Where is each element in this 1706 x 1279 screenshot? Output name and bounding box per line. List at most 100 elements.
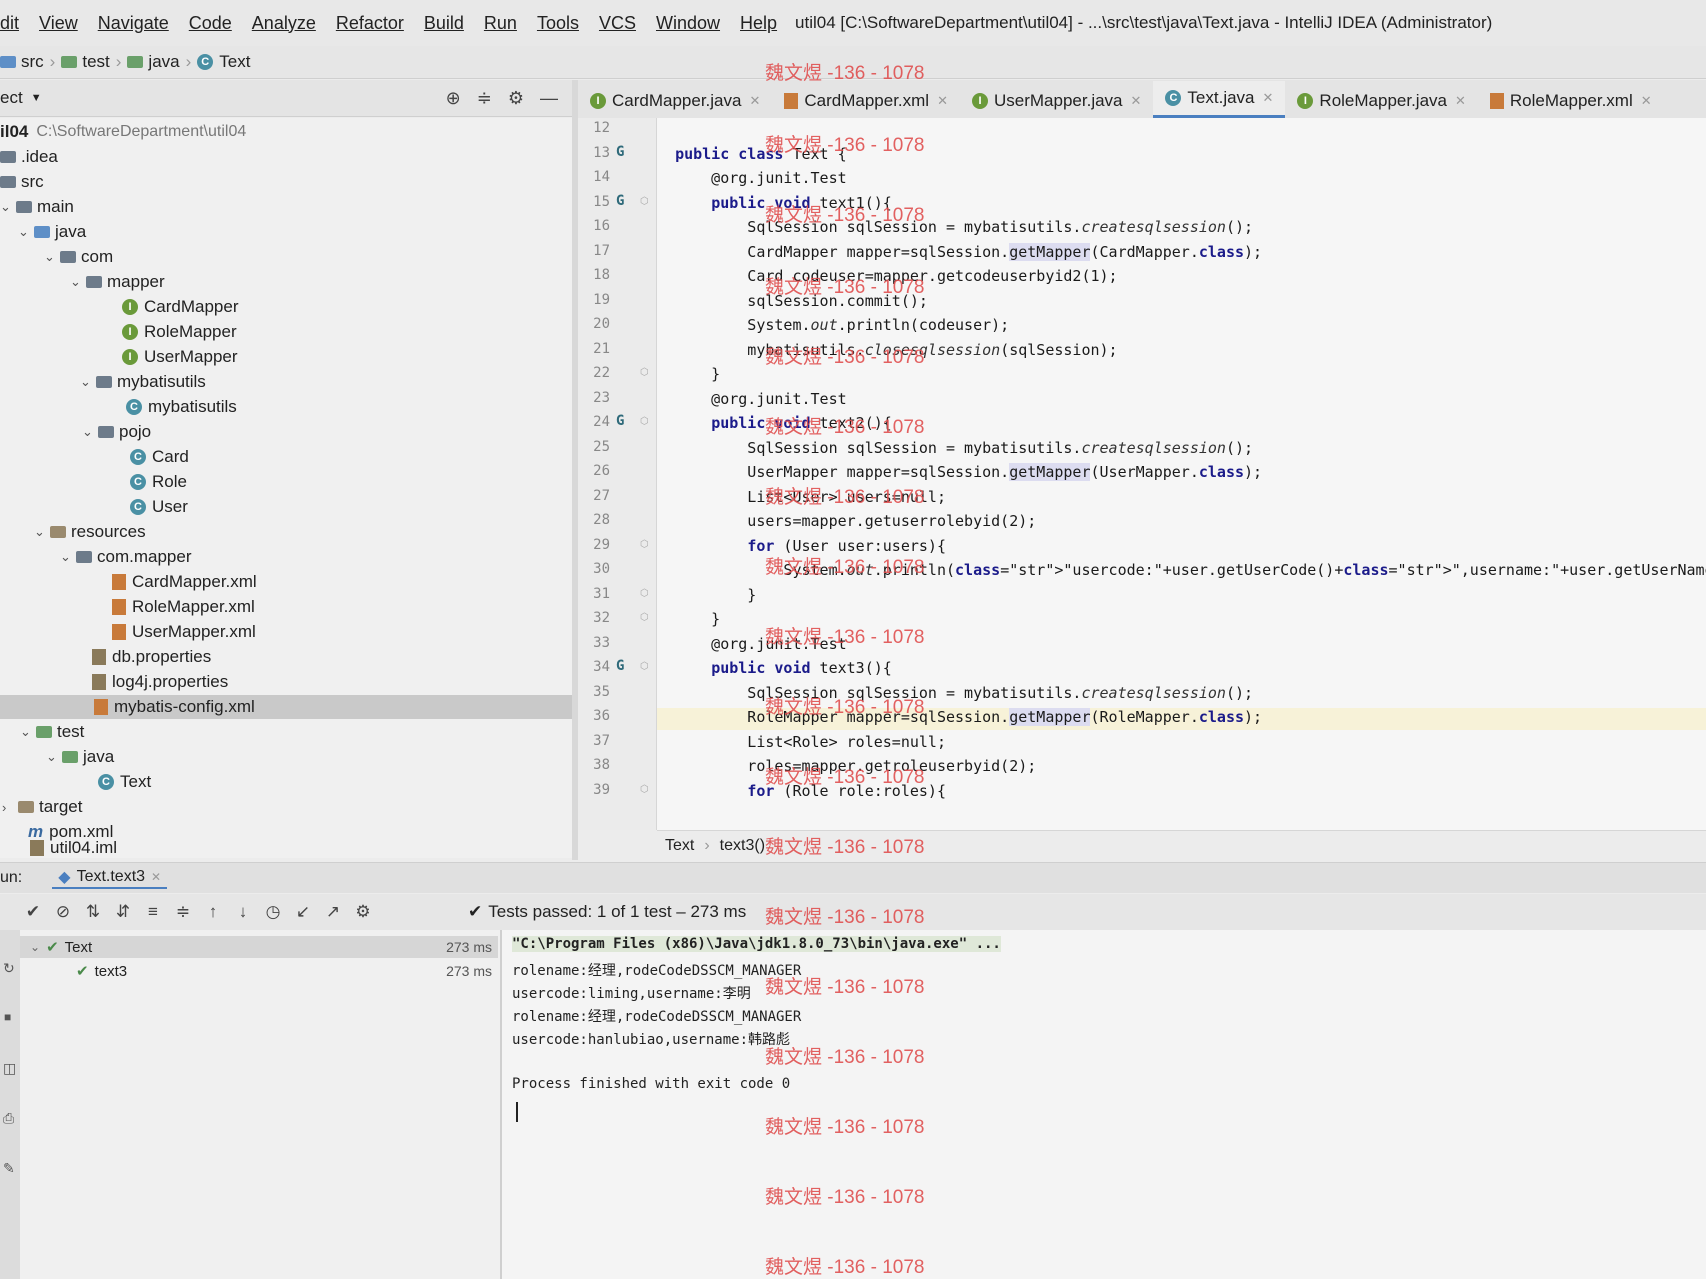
close-icon[interactable]: ✕ [749, 93, 760, 109]
stop-icon[interactable]: ■ [4, 1010, 11, 1024]
menu-refactor[interactable]: Refactor [326, 13, 414, 34]
rerun-icon[interactable]: ↻ [3, 960, 15, 977]
chevron-down-icon[interactable]: ▼ [31, 92, 42, 104]
menu-vcs[interactable]: VCS [589, 13, 646, 34]
close-icon[interactable]: ✕ [151, 870, 161, 884]
fold-icon[interactable]: ⬡ [640, 661, 649, 672]
tree-root[interactable]: il04 C:\SoftwareDepartment\util04 [0, 120, 246, 144]
fold-icon[interactable]: ⬡ [640, 784, 649, 795]
tree-item-mybatisutils-class[interactable]: Cmybatisutils [126, 395, 237, 419]
console-output[interactable]: "C:\Program Files (x86)\Java\jdk1.8.0_73… [502, 930, 1706, 1279]
line-number: 17 [593, 242, 610, 259]
close-icon[interactable]: ✕ [1263, 90, 1274, 106]
tree-item-com-mapper[interactable]: ⌄ com.mapper [60, 545, 191, 569]
history-icon[interactable]: ◷ [258, 902, 288, 922]
next-icon[interactable]: ↓ [228, 902, 258, 922]
tree-item-mapper[interactable]: ⌄ mapper [70, 270, 165, 294]
tree-item-log4j-properties[interactable]: log4j.properties [92, 670, 228, 694]
export-icon[interactable]: ↗ [318, 902, 348, 922]
gear-icon[interactable]: ⚙ [508, 88, 524, 109]
close-icon[interactable]: ✕ [1131, 93, 1142, 109]
tab-run-config[interactable]: ◆ Text.text3 ✕ [52, 867, 168, 889]
tab-rolemapper-java[interactable]: I RoleMapper.java ✕ [1285, 84, 1477, 118]
collapse-all-icon[interactable]: ≑ [477, 88, 492, 109]
tree-item-pojo[interactable]: ⌄ pojo [82, 420, 151, 444]
pin-icon[interactable]: ✎ [3, 1160, 15, 1177]
run-test-icon[interactable]: G [616, 413, 624, 429]
camera-icon[interactable]: ◫ [3, 1060, 16, 1077]
tree-item-usermapper[interactable]: I UserMapper [122, 345, 238, 369]
tree-item-mybatisutils-pkg[interactable]: ⌄ mybatisutils [80, 370, 206, 394]
crumb-class[interactable]: Text [665, 837, 694, 855]
run-test-icon[interactable]: G [616, 144, 624, 160]
tab-rolemapper-xml[interactable]: RoleMapper.xml ✕ [1478, 84, 1664, 118]
menu-tools[interactable]: Tools [527, 13, 589, 34]
tree-item-idea[interactable]: .idea [0, 145, 58, 169]
tree-item-target[interactable]: › target [2, 795, 82, 819]
breadcrumb-test[interactable]: test › [61, 52, 121, 72]
test-row-method[interactable]: ✔ text3 273 ms [20, 960, 498, 982]
import-icon[interactable]: ↙ [288, 902, 318, 922]
tree-item-cardmapper-xml[interactable]: CardMapper.xml [112, 570, 257, 594]
fold-icon[interactable]: ⬡ [640, 612, 649, 623]
menu-edit[interactable]: dit [0, 13, 29, 34]
menu-build[interactable]: Build [414, 13, 474, 34]
fold-icon[interactable]: ⬡ [640, 588, 649, 599]
menu-window[interactable]: Window [646, 13, 730, 34]
tree-item-java[interactable]: ⌄ java [18, 220, 86, 244]
fold-icon[interactable]: ⬡ [640, 539, 649, 550]
close-icon[interactable]: ✕ [1455, 93, 1466, 109]
project-view-selector[interactable]: ect [0, 88, 23, 108]
show-ignored-icon[interactable]: ⊘ [48, 902, 78, 922]
sort-alpha-icon[interactable]: ⇅ [78, 902, 108, 922]
menu-help[interactable]: Help [730, 13, 787, 34]
tree-item-src[interactable]: src [0, 170, 44, 194]
crumb-method[interactable]: text3() [720, 837, 765, 855]
test-row-class[interactable]: ⌄ ✔ Text 273 ms [20, 936, 498, 958]
tree-item-com[interactable]: ⌄ com [44, 245, 113, 269]
hide-panel-icon[interactable]: — [540, 88, 558, 109]
tab-cardmapper-java[interactable]: I CardMapper.java ✕ [578, 84, 772, 118]
tree-item-main[interactable]: ⌄ main [0, 195, 74, 219]
tree-item-test[interactable]: ⌄ test [20, 720, 84, 744]
breadcrumb-java[interactable]: java › [127, 52, 191, 72]
menu-run[interactable]: Run [474, 13, 527, 34]
previous-icon[interactable]: ↑ [198, 902, 228, 922]
locate-icon[interactable]: ⊕ [446, 88, 461, 109]
tree-item-usermapper-xml[interactable]: UserMapper.xml [112, 620, 256, 644]
sort-duration-icon[interactable]: ⇵ [108, 902, 138, 922]
tree-item-test-java[interactable]: ⌄ java [46, 745, 114, 769]
menu-view[interactable]: View [29, 13, 88, 34]
gear-icon[interactable]: ⚙ [348, 902, 378, 922]
fold-icon[interactable]: ⬡ [640, 196, 649, 207]
print-icon[interactable]: ⎙ [3, 1110, 14, 1127]
tree-item-rolemapper[interactable]: I RoleMapper [122, 320, 237, 344]
tree-item-mybatis-config[interactable]: mybatis-config.xml [0, 695, 572, 719]
tree-item-db-properties[interactable]: db.properties [92, 645, 211, 669]
tree-item-cardmapper[interactable]: I CardMapper [122, 295, 239, 319]
menu-analyze[interactable]: Analyze [242, 13, 326, 34]
tab-usermapper-java[interactable]: I UserMapper.java ✕ [960, 84, 1153, 118]
fold-icon[interactable]: ⬡ [640, 416, 649, 427]
tree-item-rolemapper-xml[interactable]: RoleMapper.xml [112, 595, 255, 619]
show-passed-icon[interactable]: ✔ [18, 902, 48, 922]
collapse-all-icon[interactable]: ≑ [168, 902, 198, 922]
close-icon[interactable]: ✕ [937, 93, 948, 109]
menu-code[interactable]: Code [179, 13, 242, 34]
tab-cardmapper-xml[interactable]: CardMapper.xml ✕ [772, 84, 960, 118]
tree-item-text-class[interactable]: C Text [98, 770, 151, 794]
breadcrumb-src[interactable]: src › [0, 52, 55, 72]
tree-item-role[interactable]: C Role [130, 470, 187, 494]
breadcrumb-text[interactable]: C Text [197, 52, 250, 72]
menu-navigate[interactable]: Navigate [88, 13, 179, 34]
expand-all-icon[interactable]: ≡ [138, 902, 168, 922]
tree-item-card[interactable]: C Card [130, 445, 189, 469]
run-test-icon[interactable]: G [616, 658, 624, 674]
run-test-icon[interactable]: G [616, 193, 624, 209]
tree-item-resources[interactable]: ⌄ resources [34, 520, 146, 544]
fold-icon[interactable]: ⬡ [640, 367, 649, 378]
tab-text-java[interactable]: C Text.java ✕ [1153, 81, 1286, 118]
close-icon[interactable]: ✕ [1641, 93, 1652, 109]
tree-item-iml[interactable]: util04.iml [30, 840, 117, 856]
tree-item-user[interactable]: C User [130, 495, 188, 519]
